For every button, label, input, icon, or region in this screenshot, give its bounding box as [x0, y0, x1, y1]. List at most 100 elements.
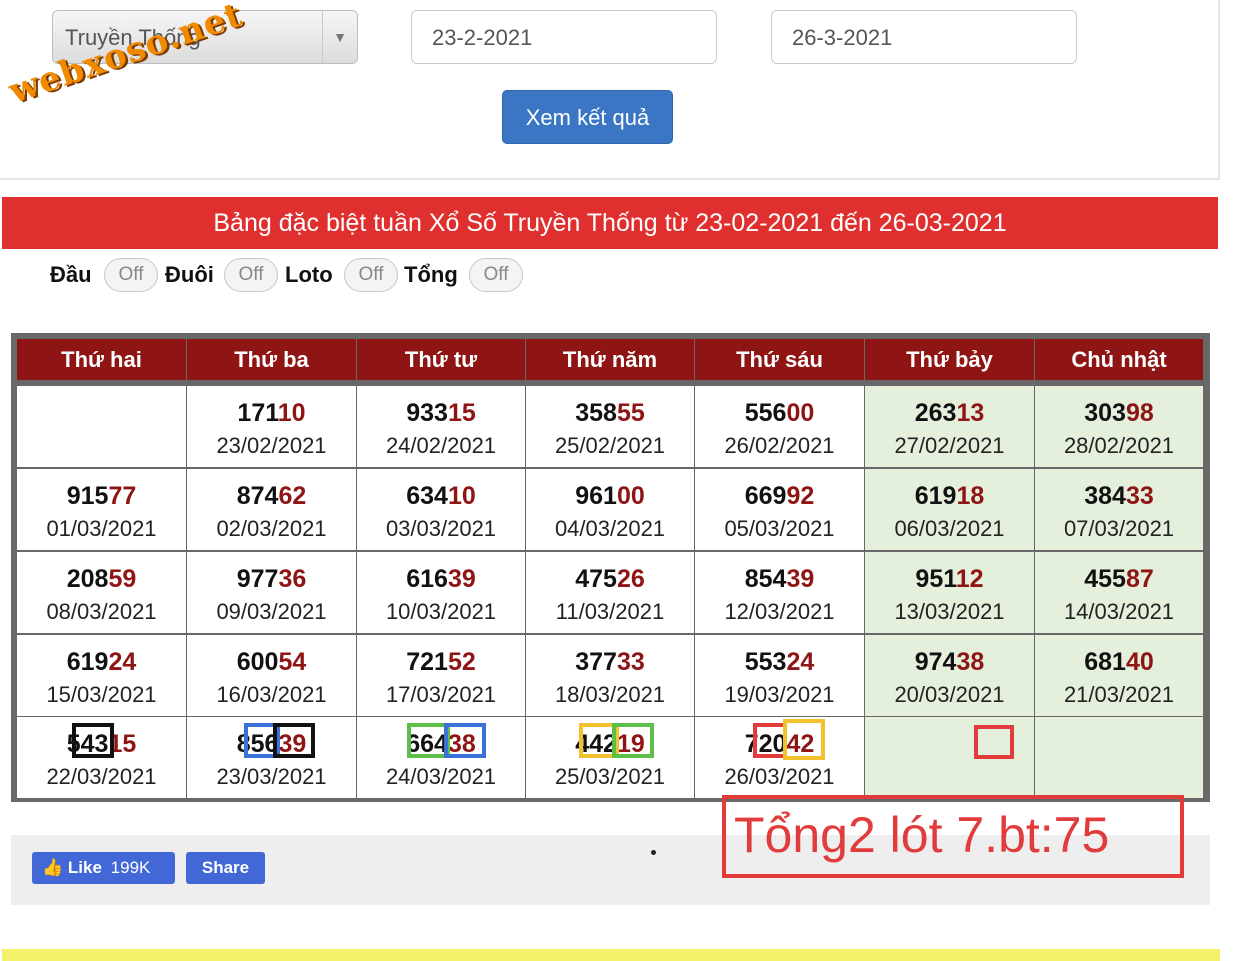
- result-date: 18/03/2021: [554, 682, 666, 707]
- result-number: 93315: [357, 400, 525, 427]
- result-number: 85439: [695, 566, 864, 593]
- number-head: 721: [406, 648, 448, 676]
- chevron-down-icon[interactable]: ▼: [322, 11, 357, 63]
- number-tail: 92: [786, 482, 815, 510]
- toggle-label-loto: Loto: [285, 262, 333, 287]
- result-date: 27/02/2021: [894, 433, 1005, 458]
- result-date: 13/03/2021: [894, 599, 1005, 624]
- number-tail: 33: [616, 648, 645, 676]
- result-cell: 95112 13/03/2021: [865, 552, 1034, 633]
- view-results-button[interactable]: Xem kết quả: [502, 90, 673, 144]
- highlight-box: [974, 725, 1014, 759]
- result-cell: 97736 09/03/2021: [187, 552, 356, 633]
- result-date: 05/03/2021: [724, 516, 835, 541]
- number-head: 475: [575, 565, 617, 593]
- result-number: 35855: [526, 400, 694, 427]
- column-header: Thứ năm: [526, 339, 694, 380]
- result-cell: [1035, 717, 1203, 798]
- number-head: 933: [406, 399, 448, 427]
- toggle-label-tong: Tổng: [404, 262, 458, 287]
- number-head: 600: [236, 648, 279, 676]
- notice-strip: [2, 949, 1220, 961]
- result-cell: [17, 386, 186, 467]
- thumbs-up-icon: 👍: [42, 858, 64, 877]
- number-tail: 33: [1125, 482, 1154, 510]
- result-number: 30398: [1035, 400, 1203, 427]
- result-cell: 72152 17/03/2021: [357, 635, 525, 716]
- date-from-input[interactable]: 23-2-2021: [411, 10, 717, 64]
- highlight-box: [273, 723, 315, 758]
- toggle-loto[interactable]: Off: [344, 258, 398, 292]
- result-date: 19/03/2021: [724, 682, 835, 707]
- result-number: 61924: [17, 649, 186, 676]
- date-to-input[interactable]: 26-3-2021: [771, 10, 1077, 64]
- result-cell: 60054 16/03/2021: [187, 635, 356, 716]
- result-number: 55600: [695, 400, 864, 427]
- result-number: 37733: [526, 649, 694, 676]
- result-cell: 37733 18/03/2021: [526, 635, 694, 716]
- facebook-like-button[interactable]: 👍 Like 199K: [32, 852, 175, 884]
- number-head: 171: [237, 399, 278, 427]
- number-head: 977: [236, 565, 279, 593]
- number-head: 553: [744, 648, 787, 676]
- number-tail: 38: [956, 648, 985, 676]
- result-date: 03/03/2021: [385, 516, 497, 541]
- facebook-share-button[interactable]: Share: [186, 852, 265, 884]
- result-date: 22/03/2021: [46, 764, 157, 789]
- number-tail: 77: [108, 482, 137, 510]
- result-date: 16/03/2021: [216, 682, 327, 707]
- toggle-label-duoi: Đuôi: [165, 262, 214, 287]
- number-head: 669: [744, 482, 787, 510]
- result-cell: 61639 10/03/2021: [357, 552, 525, 633]
- number-tail: 55: [616, 399, 645, 427]
- number-head: 874: [236, 482, 279, 510]
- result-date: 02/03/2021: [216, 516, 327, 541]
- number-head: 384: [1084, 482, 1126, 510]
- toggle-duoi[interactable]: Off: [224, 258, 278, 292]
- result-date: 25/02/2021: [554, 433, 666, 458]
- number-tail: 62: [278, 482, 307, 510]
- result-date: 24/03/2021: [385, 764, 497, 789]
- toggle-tong[interactable]: Off: [469, 258, 523, 292]
- result-cell: 85439 12/03/2021: [695, 552, 864, 633]
- number-head: 303: [1084, 399, 1126, 427]
- result-date: 09/03/2021: [216, 599, 327, 624]
- column-header: Chủ nhật: [1035, 339, 1203, 380]
- result-cell: 66992 05/03/2021: [695, 469, 864, 550]
- result-date: 08/03/2021: [46, 599, 157, 624]
- number-tail: 00: [616, 482, 645, 510]
- result-date: 28/02/2021: [1063, 433, 1175, 458]
- result-number: 66992: [695, 483, 864, 510]
- number-tail: 10: [447, 482, 476, 510]
- number-head: 961: [575, 482, 617, 510]
- number-tail: 15: [447, 399, 476, 427]
- result-cell: 30398 28/02/2021: [1035, 386, 1203, 467]
- result-cell: 17110 23/02/2021: [187, 386, 356, 467]
- number-tail: 40: [1125, 648, 1154, 676]
- result-date: 26/02/2021: [724, 433, 835, 458]
- column-header: Thứ tư: [357, 339, 525, 380]
- result-number: 72152: [357, 649, 525, 676]
- highlight-box: [783, 719, 825, 760]
- number-head: 915: [66, 482, 109, 510]
- number-tail: 39: [786, 565, 815, 593]
- result-date: 14/03/2021: [1063, 599, 1175, 624]
- column-header: Thứ ba: [187, 339, 356, 380]
- number-tail: 36: [278, 565, 307, 593]
- dot-marker: [651, 850, 656, 855]
- number-head: 681: [1084, 648, 1126, 676]
- result-date: 04/03/2021: [554, 516, 666, 541]
- number-tail: 54: [278, 648, 307, 676]
- result-number: 96100: [526, 483, 694, 510]
- number-head: 556: [744, 399, 787, 427]
- annotation-note: Tổng2 lót 7.bt:75: [722, 795, 1184, 878]
- result-cell: 63410 03/03/2021: [357, 469, 525, 550]
- number-head: 208: [66, 565, 109, 593]
- result-cell: 97438 20/03/2021: [865, 635, 1034, 716]
- number-tail: 26: [616, 565, 645, 593]
- result-cell: 55324 19/03/2021: [695, 635, 864, 716]
- number-head: 951: [915, 565, 956, 593]
- number-tail: 24: [786, 648, 815, 676]
- toggle-dau[interactable]: Off: [104, 258, 158, 292]
- result-number: 68140: [1035, 649, 1203, 676]
